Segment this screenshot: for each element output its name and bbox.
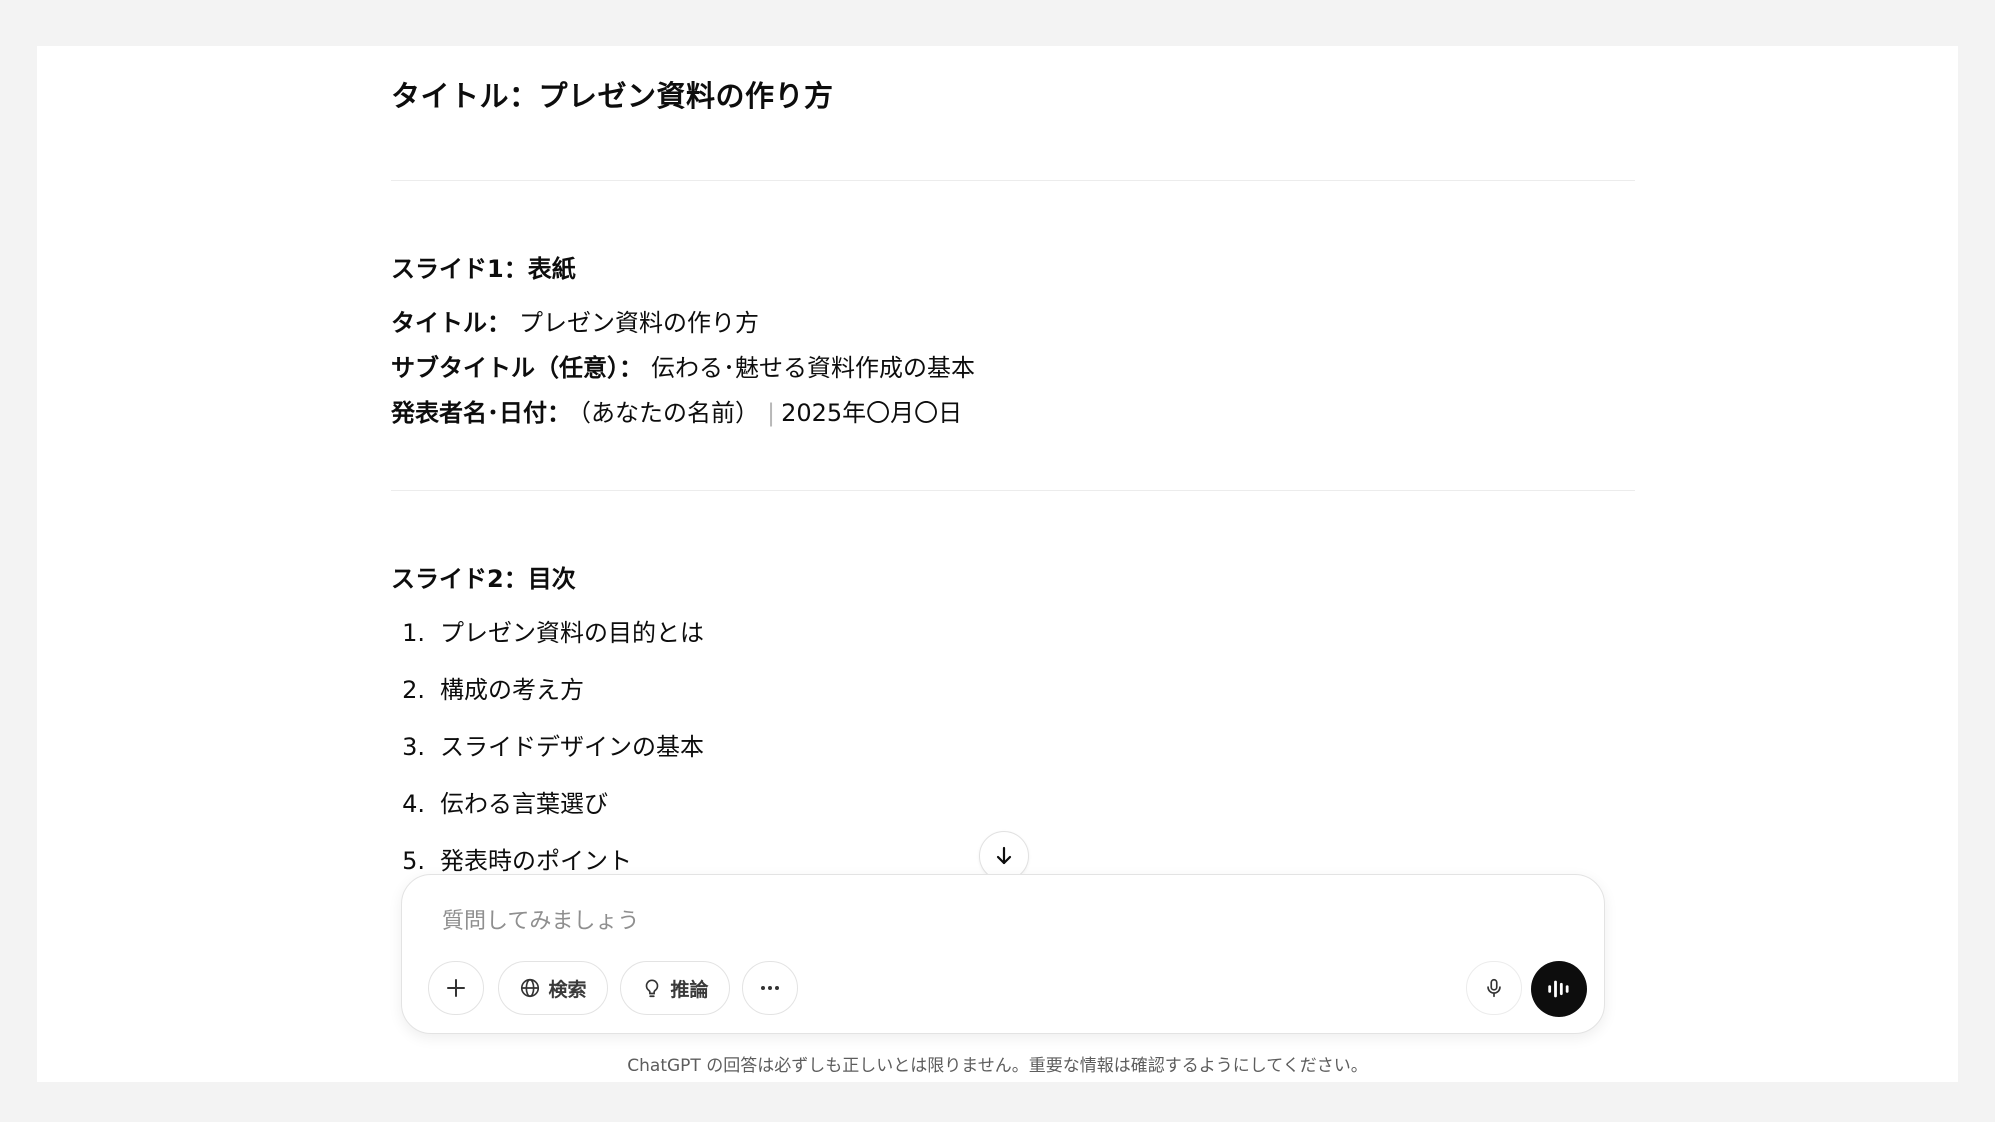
field-label: サブタイトル（任意）：: [391, 354, 643, 382]
reason-button-label: 推論: [670, 978, 709, 1001]
field-label: 発表者名･日付：: [391, 399, 571, 427]
list-item-text: プレゼン資料の目的とは: [440, 619, 704, 647]
list-item: 4. 伝わる言葉選び: [391, 784, 608, 819]
lightbulb-icon: [646, 979, 659, 998]
list-item-text: スライドデザインの基本: [440, 733, 704, 761]
prompt-input[interactable]: 質問してみましょう: [442, 903, 639, 935]
arrow-down-icon: [996, 846, 1012, 865]
chat-window: タイトル：プレゼン資料の作り方 スライド1：表紙 タイトル： プレゼン資料の作り方…: [37, 46, 1958, 1082]
disclaimer-text: ChatGPT の回答は必ずしも正しいとは限りません。重要な情報は確認するように…: [627, 1056, 1368, 1076]
slide-heading: スライド2：目次: [391, 565, 576, 593]
list-item: 3. スライドデザインの基本: [391, 727, 704, 762]
more-icon: [761, 986, 779, 990]
list-item-text: 構成の考え方: [440, 676, 584, 704]
slide-heading: スライド1：表紙: [391, 255, 576, 283]
list-item-number: 3.: [402, 733, 425, 761]
voice-mode-icon: [1548, 980, 1569, 998]
list-item-text: 発表時のポイント: [440, 847, 632, 875]
reason-button[interactable]: 推論: [620, 961, 730, 1015]
field-value: （あなたの名前）: [579, 399, 759, 427]
microphone-icon: [1487, 978, 1501, 998]
list-item: 2. 構成の考え方: [391, 670, 584, 705]
divider: [391, 180, 1635, 181]
plus-icon: [447, 979, 465, 997]
field-row: 発表者名･日付： （あなたの名前） | 2025年〇月〇日: [391, 393, 962, 428]
list-item-number: 2.: [402, 676, 425, 704]
voice-mode-button[interactable]: [1531, 961, 1587, 1017]
list-item-number: 1.: [402, 619, 425, 647]
field-value: 伝わる･魅せる資料作成の基本: [651, 354, 975, 382]
list-item-text: 伝わる言葉選び: [440, 790, 608, 818]
search-button-label: 検索: [548, 978, 587, 1001]
field-row: タイトル： プレゼン資料の作り方: [391, 303, 759, 338]
attach-button[interactable]: [428, 961, 484, 1015]
dictate-button[interactable]: [1466, 961, 1522, 1015]
field-row: サブタイトル（任意）： 伝わる･魅せる資料作成の基本: [391, 348, 975, 383]
list-item-number: 5.: [402, 847, 425, 875]
message-composer: 質問してみましょう 検索 推論: [401, 874, 1605, 1034]
field-value-date: 2025年〇月〇日: [781, 399, 963, 427]
field-value: プレゼン資料の作り方: [519, 309, 759, 337]
more-tools-button[interactable]: [742, 961, 798, 1015]
document-title: タイトル：プレゼン資料の作り方: [391, 79, 834, 113]
globe-icon: [521, 978, 540, 998]
divider: [391, 490, 1635, 491]
field-separator: |: [767, 399, 776, 427]
list-item-number: 4.: [402, 790, 425, 818]
search-button[interactable]: 検索: [498, 961, 608, 1015]
list-item: 5. 発表時のポイント: [391, 841, 632, 876]
field-label: タイトル：: [391, 309, 511, 337]
list-item: 1. プレゼン資料の目的とは: [391, 613, 704, 648]
